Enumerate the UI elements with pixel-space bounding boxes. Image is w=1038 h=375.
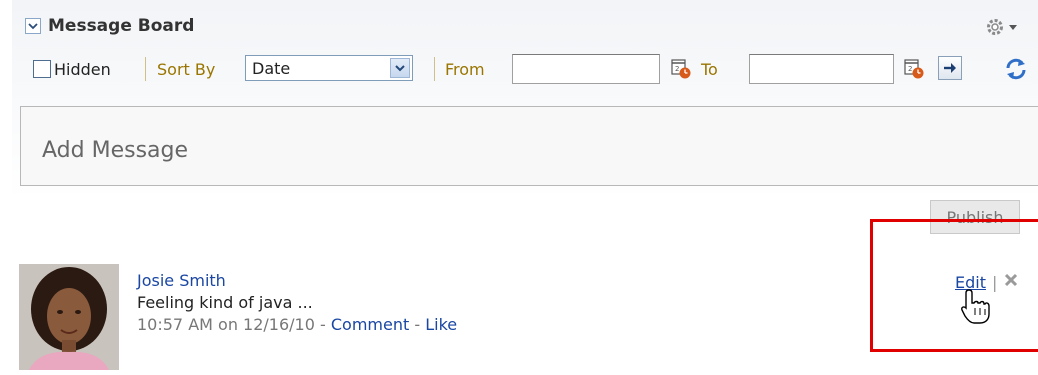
- calendar-icon: 2: [671, 59, 691, 79]
- calendar-icon: 2: [904, 59, 924, 79]
- chevron-down-icon: [395, 65, 405, 72]
- collapse-button[interactable]: [25, 18, 41, 34]
- hidden-label: Hidden: [54, 59, 111, 79]
- svg-text:2: 2: [908, 65, 912, 73]
- publish-button[interactable]: Publish: [930, 200, 1020, 234]
- to-date-input[interactable]: [749, 54, 894, 84]
- select-arrow[interactable]: [390, 58, 410, 78]
- like-link[interactable]: Like: [425, 315, 457, 334]
- to-label: To: [701, 59, 718, 79]
- hand-cursor-icon: [960, 288, 990, 328]
- sort-select[interactable]: Date: [245, 55, 413, 81]
- refresh-button[interactable]: [1002, 55, 1030, 83]
- message-meta: 10:57 AM on 12/16/10 - Comment - Like: [137, 314, 457, 336]
- comment-link[interactable]: Comment: [331, 315, 409, 334]
- message-timestamp: 10:57 AM on 12/16/10: [137, 315, 315, 334]
- chevron-down-icon: [1009, 25, 1017, 30]
- chevron-down-icon: [28, 23, 38, 30]
- message-board-panel: Message Board Hidden Sort By Date From 2…: [0, 0, 1038, 375]
- delete-icon: [1005, 273, 1018, 287]
- add-message-input[interactable]: Add Message: [20, 106, 1038, 186]
- panel-title: Message Board: [48, 16, 195, 36]
- title-row: Message Board: [25, 13, 194, 39]
- svg-text:2: 2: [675, 65, 679, 73]
- meta-separator: -: [409, 315, 426, 334]
- arrow-right-icon: [944, 63, 956, 73]
- from-date-input[interactable]: [512, 54, 660, 84]
- go-button[interactable]: [938, 56, 962, 80]
- avatar: [19, 264, 119, 370]
- meta-separator: -: [314, 315, 331, 334]
- sort-by-label: Sort By: [157, 59, 216, 79]
- from-label: From: [445, 59, 485, 79]
- from-calendar-button[interactable]: 2: [669, 57, 693, 81]
- hidden-toggle[interactable]: Hidden: [33, 54, 111, 84]
- toolbar-divider: [434, 57, 435, 81]
- gear-icon: [987, 19, 1003, 35]
- sort-select-value: Date: [252, 58, 291, 78]
- delete-button[interactable]: [1003, 272, 1019, 292]
- add-message-placeholder: Add Message: [42, 138, 189, 163]
- panel-menu-button[interactable]: [985, 16, 1021, 38]
- action-separator: |: [991, 272, 998, 292]
- message-item: Josie Smith Feeling kind of java ... 10:…: [137, 270, 457, 336]
- message-author-link[interactable]: Josie Smith: [137, 270, 457, 292]
- hidden-checkbox[interactable]: [33, 60, 51, 78]
- refresh-icon: [1006, 58, 1026, 80]
- message-text: Feeling kind of java ...: [137, 293, 313, 312]
- toolbar: Hidden Sort By Date From 2 To 2: [33, 54, 1038, 84]
- toolbar-divider: [145, 57, 146, 81]
- to-calendar-button[interactable]: 2: [902, 57, 926, 81]
